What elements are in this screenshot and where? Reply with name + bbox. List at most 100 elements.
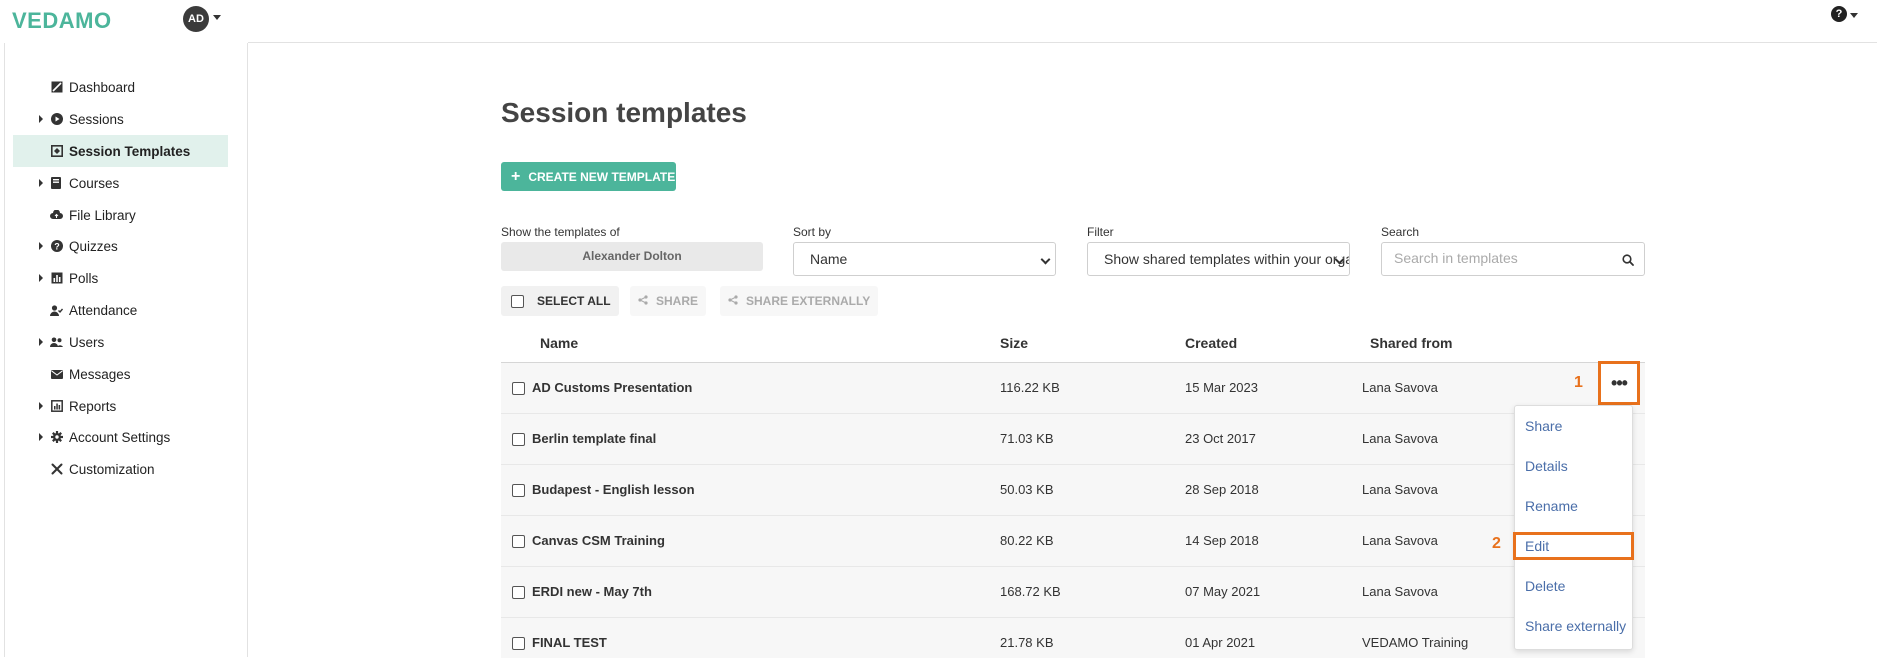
- caret-right-icon[interactable]: [39, 433, 43, 441]
- template-name[interactable]: Berlin template final: [532, 431, 656, 446]
- cloud-icon: [50, 209, 63, 222]
- caret-right-icon[interactable]: [39, 179, 43, 187]
- template-name[interactable]: Budapest - English lesson: [532, 482, 695, 497]
- tools-icon: [50, 463, 63, 476]
- sidebar-item-file-library[interactable]: File Library: [13, 199, 228, 231]
- caret-right-icon[interactable]: [39, 402, 43, 410]
- help-icon[interactable]: ?: [1831, 6, 1847, 22]
- search-icon[interactable]: [1622, 253, 1634, 266]
- share-externally-button[interactable]: SHARE EXTERNALLY: [720, 286, 879, 316]
- menu-item-share[interactable]: Share: [1525, 418, 1562, 434]
- sidebar-item-label: Messages: [69, 366, 131, 382]
- template-name[interactable]: FINAL TEST: [532, 635, 607, 650]
- template-created: 28 Sep 2018: [1185, 482, 1259, 497]
- sidebar-item-label: Polls: [69, 270, 99, 286]
- edit-highlight: [1513, 532, 1634, 560]
- share-externally-label: SHARE EXTERNALLY: [746, 294, 871, 308]
- sidebar-item-account-settings[interactable]: Account Settings: [13, 421, 228, 453]
- create-template-button[interactable]: + CREATE NEW TEMPLATE: [501, 162, 676, 191]
- page-title: Session templates: [501, 97, 747, 128]
- row-actions-menu: Share Details Rename Edit Delete Share e…: [1514, 405, 1633, 650]
- search-input[interactable]: [1394, 243, 1614, 273]
- share-label: SHARE: [656, 294, 699, 308]
- menu-item-share-externally[interactable]: Share externally: [1525, 618, 1626, 634]
- table-row[interactable]: Canvas CSM Training 80.22 KB 14 Sep 2018…: [501, 516, 1645, 567]
- owner-field: Alexander Dolton: [501, 242, 763, 271]
- template-created: 01 Apr 2021: [1185, 635, 1256, 650]
- user-check-icon: [50, 304, 63, 317]
- menu-item-rename[interactable]: Rename: [1525, 498, 1578, 514]
- dashboard-icon: [50, 81, 63, 94]
- template-name[interactable]: ERDI new - May 7th: [532, 584, 652, 599]
- row-checkbox[interactable]: [512, 586, 525, 599]
- sidebar-item-label: Dashboard: [69, 79, 136, 95]
- share-icon: [638, 294, 648, 308]
- sidebar-item-label: Customization: [69, 461, 155, 477]
- row-checkbox[interactable]: [512, 484, 525, 497]
- user-avatar[interactable]: AD: [183, 6, 209, 32]
- column-header-shared-from[interactable]: Shared from: [1370, 335, 1452, 351]
- sidebar-item-sessions[interactable]: Sessions: [13, 103, 228, 135]
- caret-right-icon[interactable]: [39, 115, 43, 123]
- sidebar-item-dashboard[interactable]: Dashboard: [13, 71, 228, 103]
- menu-item-details[interactable]: Details: [1525, 458, 1568, 474]
- template-created: 15 Mar 2023: [1185, 380, 1258, 395]
- step-marker-2: 2: [1492, 535, 1501, 552]
- table-row[interactable]: Budapest - English lesson 50.03 KB 28 Se…: [501, 465, 1645, 516]
- vedamo-logo[interactable]: VEDAMO: [12, 8, 112, 34]
- svg-text:?: ?: [54, 242, 60, 252]
- caret-right-icon[interactable]: [39, 338, 43, 346]
- row-actions-button[interactable]: •••: [1598, 361, 1640, 405]
- share-icon: [728, 294, 738, 308]
- caret-right-icon[interactable]: [39, 274, 43, 282]
- chevron-down-icon[interactable]: [213, 15, 221, 20]
- create-template-label: CREATE NEW TEMPLATE: [528, 169, 676, 184]
- sidebar-item-courses[interactable]: Courses: [13, 167, 228, 199]
- select-all-button[interactable]: SELECT ALL: [501, 286, 619, 316]
- template-shared-from: VEDAMO Training: [1362, 635, 1469, 650]
- template-size: 21.78 KB: [1000, 635, 1054, 650]
- users-icon: [50, 336, 63, 349]
- template-size: 50.03 KB: [1000, 482, 1054, 497]
- row-checkbox[interactable]: [512, 433, 525, 446]
- sidebar-item-attendance[interactable]: Attendance: [13, 294, 228, 326]
- sidebar-item-messages[interactable]: Messages: [13, 358, 228, 390]
- share-button[interactable]: SHARE: [630, 286, 707, 316]
- filter-select[interactable]: Show shared templates within your organi…: [1087, 242, 1350, 276]
- sidebar-item-label: File Library: [69, 207, 136, 223]
- question-circle-icon: ?: [50, 240, 63, 253]
- sidebar-item-users[interactable]: Users: [13, 326, 228, 358]
- table-row[interactable]: FINAL TEST 21.78 KB 01 Apr 2021 VEDAMO T…: [501, 618, 1645, 658]
- template-created: 14 Sep 2018: [1185, 533, 1259, 548]
- select-all-checkbox[interactable]: [511, 294, 524, 308]
- filter-label: Filter: [1087, 225, 1114, 239]
- caret-right-icon[interactable]: [39, 242, 43, 250]
- table-row[interactable]: AD Customs Presentation 116.22 KB 15 Mar…: [501, 363, 1645, 414]
- sort-select[interactable]: Name: [793, 242, 1056, 276]
- template-name[interactable]: Canvas CSM Training: [532, 533, 665, 548]
- sidebar-item-session-templates[interactable]: Session Templates: [13, 135, 228, 167]
- template-size: 71.03 KB: [1000, 431, 1054, 446]
- sidebar-item-label: Quizzes: [69, 238, 118, 254]
- row-checkbox[interactable]: [512, 382, 525, 395]
- menu-item-delete[interactable]: Delete: [1525, 578, 1565, 594]
- column-header-size[interactable]: Size: [1000, 335, 1028, 351]
- sidebar-item-reports[interactable]: Reports: [13, 390, 228, 422]
- sidebar-item-polls[interactable]: Polls: [13, 262, 228, 294]
- template-name[interactable]: AD Customs Presentation: [532, 380, 692, 395]
- sidebar-item-customization[interactable]: Customization: [13, 453, 228, 485]
- template-shared-from: Lana Savova: [1362, 482, 1438, 497]
- row-checkbox[interactable]: [512, 637, 525, 650]
- bar-chart-icon: [50, 272, 63, 285]
- table-row[interactable]: ERDI new - May 7th 168.72 KB 07 May 2021…: [501, 567, 1645, 618]
- template-size: 116.22 KB: [1000, 380, 1060, 395]
- play-circle-icon: [50, 113, 63, 126]
- column-header-name[interactable]: Name: [540, 335, 578, 351]
- book-icon: [50, 177, 63, 190]
- sidebar-item-quizzes[interactable]: ? Quizzes: [13, 230, 228, 262]
- select-all-label: SELECT ALL: [537, 294, 611, 308]
- column-header-created[interactable]: Created: [1185, 335, 1237, 351]
- table-row[interactable]: Berlin template final 71.03 KB 23 Oct 20…: [501, 414, 1645, 465]
- chevron-down-icon[interactable]: [1850, 13, 1858, 18]
- row-checkbox[interactable]: [512, 535, 525, 548]
